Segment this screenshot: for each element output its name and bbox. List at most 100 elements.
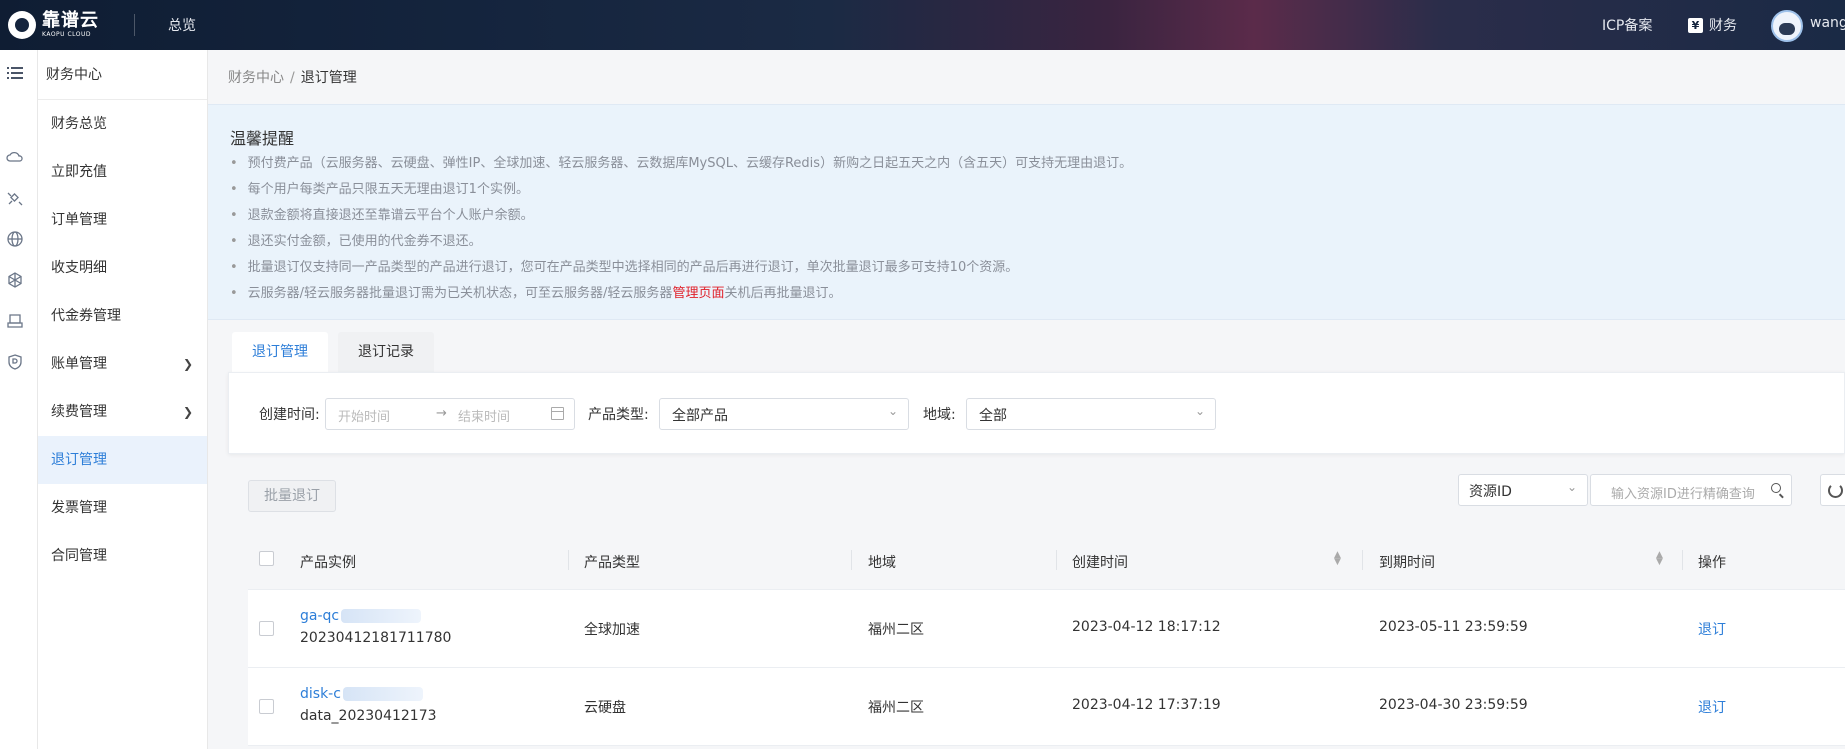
breadcrumb-separator: / [290,70,295,86]
breadcrumb-parent[interactable]: 财务中心 [228,70,284,86]
refresh-button[interactable] [1820,474,1845,506]
redacted-mask [342,687,423,701]
table-row: disk-c data_20230412173 云硬盘 福州二区 2023-04… [248,668,1845,746]
table-row: ga-qc 20230412181711780 全球加速 福州二区 2023-0… [248,590,1845,668]
menu-item-recharge[interactable]: 立即充值 [38,148,207,196]
logo-mark-icon [8,11,36,39]
chevron-down-icon: ⌄ [887,404,898,418]
created-time-cell: 2023-04-12 18:17:12 [1072,619,1221,635]
menu-item-orders[interactable]: 订单管理 [38,196,207,244]
finance-side-menu: 财务中心 财务总览 立即充值 订单管理 收支明细 代金券管理 账单管理 ❯ 续费管… [38,50,208,749]
menu-item-unsubscribe[interactable]: 退订管理 [38,436,207,484]
expires-time-cell: 2023-04-30 23:59:59 [1379,697,1528,713]
created-time-cell: 2023-04-12 17:37:19 [1072,697,1221,713]
tab-unsubscribe-management[interactable]: 退订管理 [232,332,328,372]
chevron-down-icon: ⌄ [1194,404,1205,418]
notice-item: 预付费产品（云服务器、云硬盘、弹性IP、全球加速、轻云服务器、云数据库MySQL… [230,151,1132,177]
tab-unsubscribe-records[interactable]: 退订记录 [338,332,434,372]
kaopu-cloud-logo[interactable]: 靠谱云 KAOPU CLOUD [8,10,99,40]
globe-icon[interactable] [4,228,26,250]
menu-item-transactions[interactable]: 收支明细 [38,244,207,292]
cube-network-icon[interactable] [4,269,26,291]
created-time-label: 创建时间: [259,407,320,423]
column-header-instance: 产品实例 [300,555,356,571]
unsubscribe-link[interactable]: 退订 [1698,619,1726,639]
top-navigation-bar: 靠谱云 KAOPU CLOUD 总览 ICP备案 ¥ 财务 wang [0,0,1845,50]
nav-finance-link[interactable]: ¥ 财务 [1688,15,1737,35]
product-type-cell: 全球加速 [584,622,640,638]
date-range-picker[interactable]: 开始时间 → 结束时间 [325,398,575,430]
chevron-down-icon: ❯ [182,405,193,419]
management-page-link[interactable]: 管理页面 [672,286,724,301]
instance-name: 20230412181711780 [300,630,452,646]
instance-id-link[interactable]: disk-c [300,686,423,702]
menu-item-bills[interactable]: 账单管理 ❯ [38,340,207,388]
sort-expires-icon[interactable]: ▲ ▼ [1656,551,1663,567]
batch-unsubscribe-button[interactable]: 批量退订 [248,480,336,512]
logo-text-en: KAOPU CLOUD [42,31,92,38]
nav-finance-label: 财务 [1709,18,1737,34]
menu-list-icon[interactable] [4,62,26,84]
resource-id-search-input[interactable]: 输入资源ID进行精确查询 [1590,474,1792,506]
menu-item-vouchers[interactable]: 代金券管理 [38,292,207,340]
breadcrumb-current: 退订管理 [300,70,357,86]
menu-title: 财务中心 [38,50,207,100]
menu-item-finance-overview[interactable]: 财务总览 [38,100,207,148]
table-header: 产品实例 产品类型 地域 创建时间 ▲ ▼ 到期时间 ▲ ▼ 操作 [248,530,1845,590]
search-field-select[interactable]: 资源ID ⌄ [1458,474,1588,506]
calendar-icon [551,407,564,420]
region-cell: 福州二区 [868,622,924,638]
product-type-label: 产品类型: [588,407,649,423]
start-time-input[interactable]: 开始时间 [338,406,390,425]
chevron-down-icon: ❯ [182,357,193,371]
unsubscribe-table: 产品实例 产品类型 地域 创建时间 ▲ ▼ 到期时间 ▲ ▼ 操作 ga-qc 20… [248,530,1845,746]
search-icon[interactable] [1771,483,1781,493]
column-header-region: 地域 [868,555,896,571]
notice-list: 预付费产品（云服务器、云硬盘、弹性IP、全球加速、轻云服务器、云数据库MySQL… [230,151,1132,307]
topbar-divider [134,14,135,36]
row-checkbox[interactable] [259,621,274,636]
reminder-notice: 温馨提醒 预付费产品（云服务器、云硬盘、弹性IP、全球加速、轻云服务器、云数据库… [208,104,1845,320]
unsubscribe-link[interactable]: 退订 [1698,697,1726,717]
nav-overview-link[interactable]: 总览 [168,15,196,35]
refresh-icon [1828,483,1843,498]
product-type-cell: 云硬盘 [584,700,626,716]
user-name[interactable]: wang [1810,15,1845,31]
redacted-mask [341,609,422,623]
nav-icp-link[interactable]: ICP备案 [1602,15,1652,35]
satellite-icon[interactable] [4,187,26,209]
expires-time-cell: 2023-05-11 23:59:59 [1379,619,1528,635]
menu-item-contracts[interactable]: 合同管理 [38,532,207,580]
product-type-select[interactable]: 全部产品 ⌄ [659,398,909,430]
column-header-expires: 到期时间 [1379,555,1435,571]
user-avatar[interactable] [1771,10,1803,42]
breadcrumb: 财务中心 / 退订管理 [228,67,357,87]
region-label: 地域: [923,407,956,423]
select-all-checkbox[interactable] [259,551,274,566]
row-checkbox[interactable] [259,699,274,714]
column-header-product-type: 产品类型 [584,555,640,571]
column-header-action: 操作 [1698,555,1726,571]
region-cell: 福州二区 [868,700,924,716]
notice-item: 云服务器/轻云服务器批量退订需为已关机状态，可至云服务器/轻云服务器管理页面关机… [230,281,1132,307]
icon-rail [0,50,38,749]
notice-title: 温馨提醒 [230,129,295,148]
region-select[interactable]: 全部 ⌄ [966,398,1216,430]
end-time-input[interactable]: 结束时间 [458,406,510,425]
notice-item: 批量退订仅支持同一产品类型的产品进行退订，您可在产品类型中选择相同的产品后再进行… [230,255,1132,281]
range-arrow: → [436,406,447,421]
shield-icon[interactable] [4,351,26,373]
notice-item: 退还实付金额，已使用的代金券不退还。 [230,229,1132,255]
menu-item-renewals[interactable]: 续费管理 ❯ [38,388,207,436]
instance-name: data_20230412173 [300,708,437,724]
server-box-icon[interactable] [4,310,26,332]
column-header-created: 创建时间 [1072,555,1128,571]
yen-icon: ¥ [1688,17,1703,33]
sort-created-icon[interactable]: ▲ ▼ [1334,551,1341,567]
cloud-icon[interactable] [4,146,26,168]
tab-bar: 退订管理 退订记录 [232,332,444,372]
notice-item: 退款金额将直接退还至靠谱云平台个人账户余额。 [230,203,1132,229]
filter-panel: 创建时间: 开始时间 → 结束时间 产品类型: 全部产品 ⌄ 地域: 全部 ⌄ [228,372,1845,454]
instance-id-link[interactable]: ga-qc [300,608,422,624]
menu-item-invoices[interactable]: 发票管理 [38,484,207,532]
